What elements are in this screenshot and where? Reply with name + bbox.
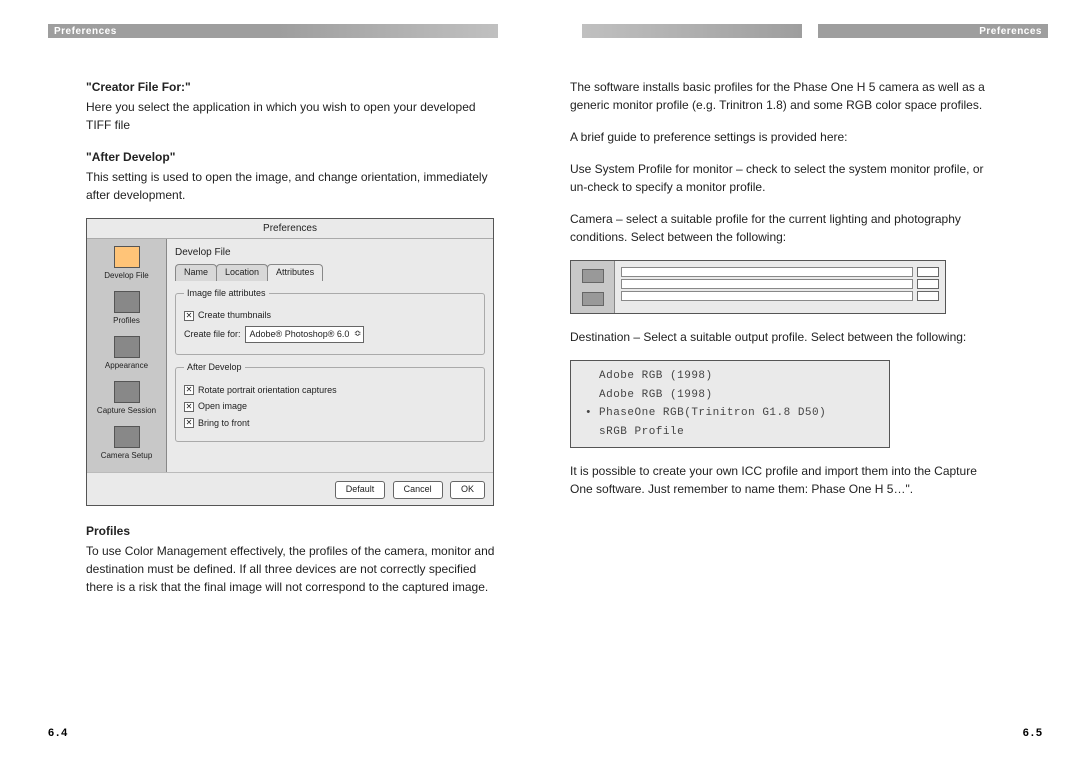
profile-list: Adobe RGB (1998) Adobe RGB (1998) PhaseO… xyxy=(570,360,890,448)
mini-field[interactable] xyxy=(621,291,913,301)
header-bar-right-tail xyxy=(582,24,802,38)
header-label-left: Preferences xyxy=(54,26,117,37)
para-profiles: To use Color Management effectively, the… xyxy=(86,542,496,596)
develop-file-icon xyxy=(114,246,140,268)
mini-sidebar-icon xyxy=(582,292,604,306)
label-rotate-portrait: Rotate portrait orientation captures xyxy=(198,384,337,398)
tab-location[interactable]: Location xyxy=(216,264,268,281)
label-open-image: Open image xyxy=(198,400,247,414)
camera-setup-icon xyxy=(114,426,140,448)
header-bar-right: Preferences xyxy=(818,24,1048,38)
header-bar-left-tail xyxy=(278,24,498,38)
para-own-icc: It is possible to create your own ICC pr… xyxy=(570,462,1000,498)
para-destination: Destination – Select a suitable output p… xyxy=(570,328,1000,346)
profile-list-item-selected[interactable]: PhaseOne RGB(Trinitron G1.8 D50) xyxy=(581,404,879,423)
checkbox-rotate-portrait[interactable]: ✕ xyxy=(184,385,194,395)
dialog-button-row: Default Cancel OK xyxy=(87,472,493,505)
para-install: The software installs basic profiles for… xyxy=(570,78,1000,114)
sidebar-item-camera-setup[interactable]: Camera Setup xyxy=(87,423,166,468)
checkbox-create-thumbnails[interactable]: ✕ xyxy=(184,311,194,321)
para-creator-file-for: Here you select the application in which… xyxy=(86,98,496,134)
profiles-icon xyxy=(114,291,140,313)
header-bar-left: Preferences xyxy=(48,24,278,38)
dialog-titlebar: Preferences xyxy=(87,219,493,239)
page-number-right: 6.5 xyxy=(1023,727,1044,739)
mini-sidebar-icon xyxy=(582,269,604,283)
tab-attributes[interactable]: Attributes xyxy=(267,264,323,281)
default-button[interactable]: Default xyxy=(335,481,386,499)
appearance-icon xyxy=(114,336,140,358)
sidebar-item-appearance[interactable]: Appearance xyxy=(87,333,166,378)
profile-list-item[interactable]: sRGB Profile xyxy=(581,423,879,442)
para-system-profile: Use System Profile for monitor – check t… xyxy=(570,160,1000,196)
dialog-sidebar: Develop File Profiles Appearance Capture… xyxy=(87,239,167,472)
sidebar-item-develop-file[interactable]: Develop File xyxy=(87,243,166,288)
para-camera: Camera – select a suitable profile for t… xyxy=(570,210,1000,246)
cancel-button[interactable]: Cancel xyxy=(393,481,443,499)
para-brief-guide: A brief guide to preference settings is … xyxy=(570,128,1000,146)
dialog-tabs: Name Location Attributes xyxy=(175,264,485,281)
capture-session-icon xyxy=(114,381,140,403)
fieldset-image-file-attributes: Image file attributes ✕ Create thumbnails… xyxy=(175,287,485,356)
header-label-right: Preferences xyxy=(979,26,1042,37)
label-create-file-for: Create file for: xyxy=(184,328,241,342)
mini-button[interactable] xyxy=(917,279,939,289)
mini-field[interactable] xyxy=(621,267,913,277)
mini-profiles-dialog xyxy=(570,260,946,314)
mini-button[interactable] xyxy=(917,267,939,277)
checkbox-bring-to-front[interactable]: ✕ xyxy=(184,418,194,428)
sidebar-item-capture-session[interactable]: Capture Session xyxy=(87,378,166,423)
profile-list-item[interactable]: Adobe RGB (1998) xyxy=(581,367,879,386)
para-after-develop: This setting is used to open the image, … xyxy=(86,168,496,204)
tab-name[interactable]: Name xyxy=(175,264,217,281)
checkbox-open-image[interactable]: ✕ xyxy=(184,402,194,412)
legend-after-develop: After Develop xyxy=(184,361,245,375)
label-create-thumbnails: Create thumbnails xyxy=(198,309,271,323)
ok-button[interactable]: OK xyxy=(450,481,485,499)
heading-after-develop: "After Develop" xyxy=(86,148,496,166)
sidebar-item-profiles[interactable]: Profiles xyxy=(87,288,166,333)
profile-list-item[interactable]: Adobe RGB (1998) xyxy=(581,386,879,405)
label-bring-to-front: Bring to front xyxy=(198,417,250,431)
heading-profiles: Profiles xyxy=(86,522,496,540)
dropdown-create-file-for[interactable]: Adobe® Photoshop® 6.0 xyxy=(245,326,365,344)
fieldset-after-develop: After Develop ✕ Rotate portrait orientati… xyxy=(175,361,485,442)
dialog-main-title: Develop File xyxy=(175,245,485,260)
heading-creator-file-for: "Creator File For:" xyxy=(86,78,496,96)
page-number-left: 6.4 xyxy=(48,727,69,739)
mini-button[interactable] xyxy=(917,291,939,301)
mini-field[interactable] xyxy=(621,279,913,289)
preferences-dialog: Preferences Develop File Profiles Appear… xyxy=(86,218,494,506)
legend-image-file-attributes: Image file attributes xyxy=(184,287,269,301)
